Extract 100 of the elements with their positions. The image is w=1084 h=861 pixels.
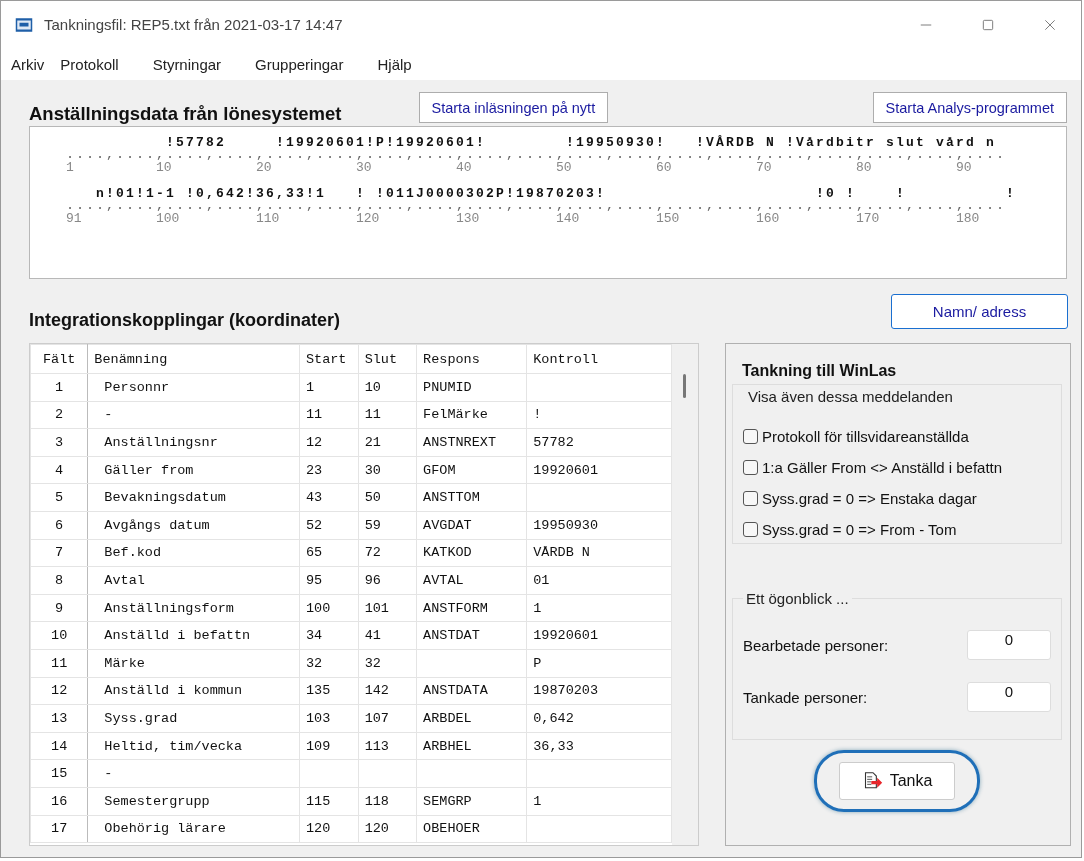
table-cell: 34 [299,621,359,650]
analysis-button[interactable]: Starta Analys-programmet [872,92,1067,123]
table-cell: 9 [30,594,88,622]
table-cell: ARBDEL [416,704,527,733]
table-cell: 118 [358,787,417,815]
ruler-number: 90 [956,160,973,176]
checkbox[interactable] [743,460,758,475]
table-cell: Anställningsform [87,594,300,622]
table-cell: 19950930 [526,511,672,540]
checkbox-label[interactable]: Syss.grad = 0 => From - Tom [762,521,957,538]
table-cell: ANSTDAT [416,621,527,650]
checkbox[interactable] [743,429,758,444]
table-cell: 36,33 [526,732,672,760]
table-cell: 72 [358,539,417,567]
ruler-number: 170 [856,211,881,227]
column-header[interactable]: Kontroll [526,344,672,374]
name-address-button[interactable]: Namn/ adress [891,294,1068,329]
table-cell: 17 [30,815,88,843]
table-cell: 23 [299,456,359,484]
table-cell: 52 [299,511,359,540]
table-cell: KATKOD [416,539,527,567]
record-text: !57782 !19920601!P!19920601! !19950930! !VÅRDB N !Vårdbitr slut vård n [165,135,997,150]
table-cell: VÅRDB N [526,539,672,567]
table-cell: AVTAL [416,566,527,595]
ruler-number: 60 [656,160,673,176]
table-cell: PNUMID [416,373,527,402]
ruler-number: 1 [66,160,75,176]
menu-item[interactable]: Styrningar [146,55,228,73]
table-cell: 19870203 [526,677,672,705]
table-cell: 103 [299,704,359,733]
counter-field: 0 [967,682,1051,712]
table-cell: GFOM [416,456,527,484]
table-cell: 19920601 [526,456,672,484]
table-cell: Syss.grad [87,704,300,733]
scrollbar[interactable] [672,344,698,845]
menu-item[interactable]: Arkiv [5,55,51,73]
table-cell: 8 [30,566,88,595]
table-cell: Heltid, tim/vecka [87,732,300,760]
ruler-number: 80 [856,160,873,176]
ruler-number: 110 [256,211,281,227]
table-cell: 6 [30,511,88,540]
table-cell: 15 [30,759,88,788]
menu-item[interactable]: Protokoll [54,55,125,73]
table-cell: Bef.kod [87,539,300,567]
checkbox-label[interactable]: 1:a Gäller From <> Anställd i befattn [762,459,1003,476]
table-cell: Bevakningsdatum [87,483,300,512]
record-text: n!01!1-1 !0,642!36,33!1 ! !011J0000302P!19870203! !0 ! ! ! [95,186,1017,201]
tanka-button[interactable]: Tanka [838,762,956,800]
ruler-number: 130 [456,211,481,227]
table-cell: Semestergrupp [87,787,300,815]
ruler-number: 120 [356,211,381,227]
table-cell: 101 [358,594,417,622]
counter-label: Bearbetade personer: [743,636,889,654]
panel-title: Tankning till WinLas [742,362,898,380]
column-header[interactable]: Fält [30,344,88,374]
close-icon[interactable] [1043,17,1057,32]
table-cell: 115 [299,787,359,815]
menu-item[interactable]: Hjälp [371,55,418,73]
table-cell: 19920601 [526,621,672,650]
table-cell: 120 [299,815,359,843]
table-cell: 13 [30,704,88,733]
table-cell: 0,642 [526,704,672,733]
scrollbar-thumb[interactable] [683,374,687,398]
restart-button[interactable]: Starta inläsningen på nytt [418,92,609,123]
column-header[interactable]: Benämning [87,344,300,374]
table-cell: 65 [299,539,359,567]
checkbox-label[interactable]: Protokoll för tillsvidareanställda [762,428,969,445]
table-cell: 10 [358,373,417,402]
table-cell: 3 [30,428,88,457]
table-cell: 1 [526,787,672,815]
checkbox[interactable] [743,522,758,537]
table-cell: 109 [299,732,359,760]
table-cell: 11 [30,649,88,678]
table-cell: 7 [30,539,88,567]
column-header[interactable]: Start [299,344,359,374]
table-cell: ARBHEL [416,732,527,760]
ruler-number: 100 [156,211,181,227]
table-cell: 96 [358,566,417,595]
table-cell: Anställd i kommun [87,677,300,705]
table-cell: Märke [87,649,300,678]
window-title: Tankningsfil: REP5.txt från 2021-03-17 14:47 [44,16,344,33]
column-header[interactable]: Respons [416,344,527,374]
table-cell: Anställningsnr [87,428,300,457]
checkbox[interactable] [743,491,758,506]
table-cell: 5 [30,483,88,512]
table-cell: ANSTTOM [416,483,527,512]
table-cell: ! [526,401,672,429]
table-cell: 41 [358,621,417,650]
maximize-icon[interactable] [981,17,995,32]
column-header[interactable]: Slut [358,344,417,374]
counter-label: Tankade personer: [743,688,868,706]
menu-item[interactable]: Grupperingar [249,55,350,73]
table-cell: - [87,759,300,788]
table-cell: 95 [299,566,359,595]
checkbox-label[interactable]: Syss.grad = 0 => Enstaka dagar [762,490,977,507]
ruler-number: 70 [756,160,773,176]
table-cell: 142 [358,677,417,705]
table-cell: 12 [299,428,359,457]
table-cell: 14 [30,732,88,760]
table-cell: SEMGRP [416,787,527,815]
